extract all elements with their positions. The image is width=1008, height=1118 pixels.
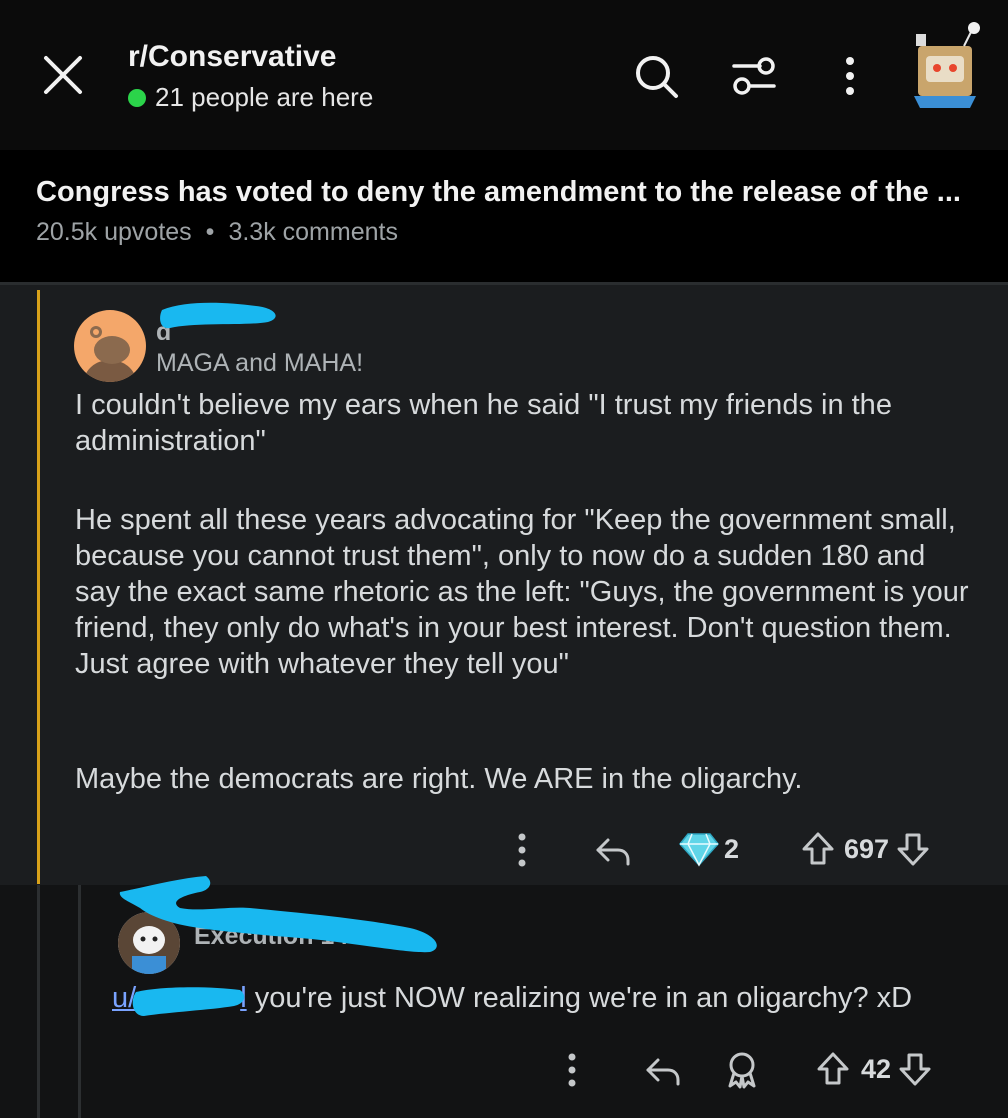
award-icon[interactable] bbox=[722, 1050, 762, 1090]
more-vertical-icon[interactable] bbox=[508, 830, 536, 870]
filter-icon[interactable] bbox=[730, 52, 778, 100]
vote-controls: 42 bbox=[815, 1050, 933, 1088]
vote-count: 42 bbox=[861, 1053, 892, 1084]
user-flair: MAGA and MAHA! bbox=[156, 349, 364, 377]
comment-count: 3.3k comments bbox=[228, 218, 398, 246]
comment-paragraph: He spent all these years advocating for … bbox=[75, 504, 969, 680]
award-button[interactable]: 2 bbox=[678, 830, 739, 868]
reply-body: you're just NOW realizing we're in an ol… bbox=[246, 982, 913, 1014]
more-vertical-icon[interactable] bbox=[826, 52, 874, 100]
vote-count: 697 bbox=[844, 833, 890, 864]
meta-separator: • bbox=[205, 218, 215, 246]
post-meta: 20.5k upvotes • 3.3k comments bbox=[36, 218, 398, 247]
upvote-count: 20.5k upvotes bbox=[36, 218, 192, 246]
thread-line[interactable] bbox=[37, 290, 40, 884]
downvote-icon[interactable] bbox=[895, 830, 931, 868]
upvote-icon[interactable] bbox=[815, 1050, 851, 1088]
diamond-icon bbox=[679, 833, 719, 867]
redaction-mark bbox=[119, 876, 437, 953]
online-dot-icon bbox=[128, 88, 146, 107]
redaction-mark bbox=[132, 987, 245, 1016]
more-vertical-icon[interactable] bbox=[558, 1050, 586, 1090]
downvote-icon[interactable] bbox=[897, 1050, 933, 1088]
user-avatar[interactable] bbox=[904, 20, 986, 112]
online-indicator: 21 people are here bbox=[128, 82, 373, 113]
thread-line[interactable] bbox=[37, 885, 40, 1118]
online-count: 21 people are here bbox=[155, 82, 374, 112]
reply-icon[interactable] bbox=[644, 1054, 682, 1088]
redaction-mark bbox=[160, 302, 276, 329]
award-count: 2 bbox=[724, 833, 740, 864]
comment-paragraph: Maybe the democrats are right. We ARE in… bbox=[75, 763, 803, 795]
close-icon[interactable] bbox=[40, 52, 86, 98]
search-icon[interactable] bbox=[632, 52, 680, 100]
thread-line[interactable] bbox=[78, 885, 81, 1118]
vote-controls: 697 bbox=[800, 830, 931, 868]
subreddit-name[interactable]: r/Conservative bbox=[128, 40, 336, 74]
post-title[interactable]: Congress has voted to deny the amendment… bbox=[36, 176, 961, 209]
snoo-avatar-icon bbox=[84, 326, 136, 382]
comment-paragraph: I couldn't believe my ears when he said … bbox=[75, 389, 892, 457]
reply-icon[interactable] bbox=[594, 834, 632, 868]
avatar[interactable] bbox=[74, 310, 146, 382]
upvote-icon[interactable] bbox=[800, 830, 836, 868]
